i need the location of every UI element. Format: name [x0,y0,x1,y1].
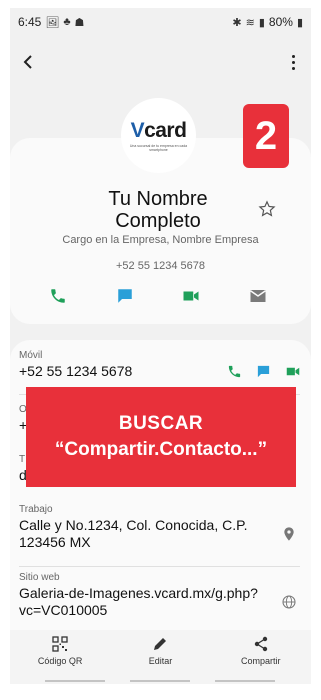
video-icon[interactable] [285,364,301,379]
work-address-field[interactable]: Trabajo Calle y No.1234, Col. Conocida, … [19,504,299,551]
message-button[interactable] [115,286,135,306]
logo-tagline: Una sucursal de tu empresa en cada smart… [129,144,188,152]
share-button[interactable]: Compartir [216,630,306,684]
search-instruction-banner: BUSCAR “Compartir.Contacto...” [26,387,296,487]
more-dot [291,54,295,58]
mobile-row-actions [227,364,301,379]
details-card: Móvil +52 55 1234 5678 O + T d Trabajo C… [10,340,311,640]
back-button[interactable] [16,50,40,74]
message-icon [118,289,132,303]
more-options-button[interactable] [283,50,303,74]
status-time: 6:45 [18,15,42,29]
image-icon: 🖼 [45,16,60,29]
field-value: Galeria-de-Imagenes.vcard.mx/g.php?vc=VC… [19,585,258,618]
mail-icon [250,290,266,302]
nav-indicator [130,680,190,682]
field-label: Trabajo [19,504,53,515]
email-button[interactable] [248,286,268,306]
figure-icon: ♣ [63,16,71,28]
qr-code-button[interactable]: Código QR [15,630,105,684]
phone-screen: 6:45 🖼 ♣ ☗ ✱ ≋ ▮ 80% ▮ Tu Nombre Complet… [10,8,311,684]
nav-label: Compartir [241,656,281,666]
bottom-nav: Código QR Editar Compartir [10,630,311,684]
pencil-icon [154,638,167,650]
step-badge: 2 [243,104,289,168]
vcard-logo: Vcard Una sucursal de tu empresa en cada… [121,98,196,173]
location-pin-icon[interactable] [281,526,297,542]
app-bar [10,48,311,78]
banner-line-2: “Compartir.Contacto...” [54,439,268,460]
android-icon: ☗ [74,16,85,29]
qr-code-icon [52,636,68,652]
phone-icon [51,289,65,303]
contact-phone: +52 55 1234 5678 [115,260,205,272]
quick-actions [10,286,311,308]
divider [19,566,300,567]
battery-percent: 80% [268,15,293,29]
share-icon [254,636,268,652]
video-icon [183,291,199,301]
edit-button[interactable]: Editar [115,630,205,684]
nav-label: Editar [148,656,173,666]
nav-label: Código QR [37,656,83,666]
field-value: Calle y No.1234, Col. Conocida, C.P. 123… [19,517,248,550]
call-button[interactable] [48,286,68,306]
wifi-icon: ≋ [245,16,255,29]
banner-line-1: BUSCAR [118,413,204,434]
back-arrow-icon [23,55,32,69]
contact-job: Cargo en la Empresa, Nombre Empresa [62,234,259,246]
more-dot [291,60,295,64]
phone-icon[interactable] [227,364,242,379]
logo-letter-v: V [130,119,145,142]
contact-name: Tu Nombre Completo [108,188,208,232]
video-call-button[interactable] [181,286,201,306]
field-label: Sitio web [19,572,60,583]
status-bar: 6:45 🖼 ♣ ☗ ✱ ≋ ▮ 80% ▮ [10,8,311,36]
bluetooth-icon: ✱ [232,16,242,29]
nav-indicator [215,680,275,682]
favorite-star-icon[interactable] [258,200,276,218]
message-icon[interactable] [256,364,271,379]
more-dot [291,66,295,70]
battery-icon: ▮ [296,16,303,29]
website-field[interactable]: Sitio web Galeria-de-Imagenes.vcard.mx/g… [19,572,299,619]
logo-word-card: card [144,119,187,142]
field-label: Móvil [19,350,43,361]
globe-icon[interactable] [281,594,297,610]
nav-indicator [45,680,105,682]
signal-icon: ▮ [258,16,265,29]
